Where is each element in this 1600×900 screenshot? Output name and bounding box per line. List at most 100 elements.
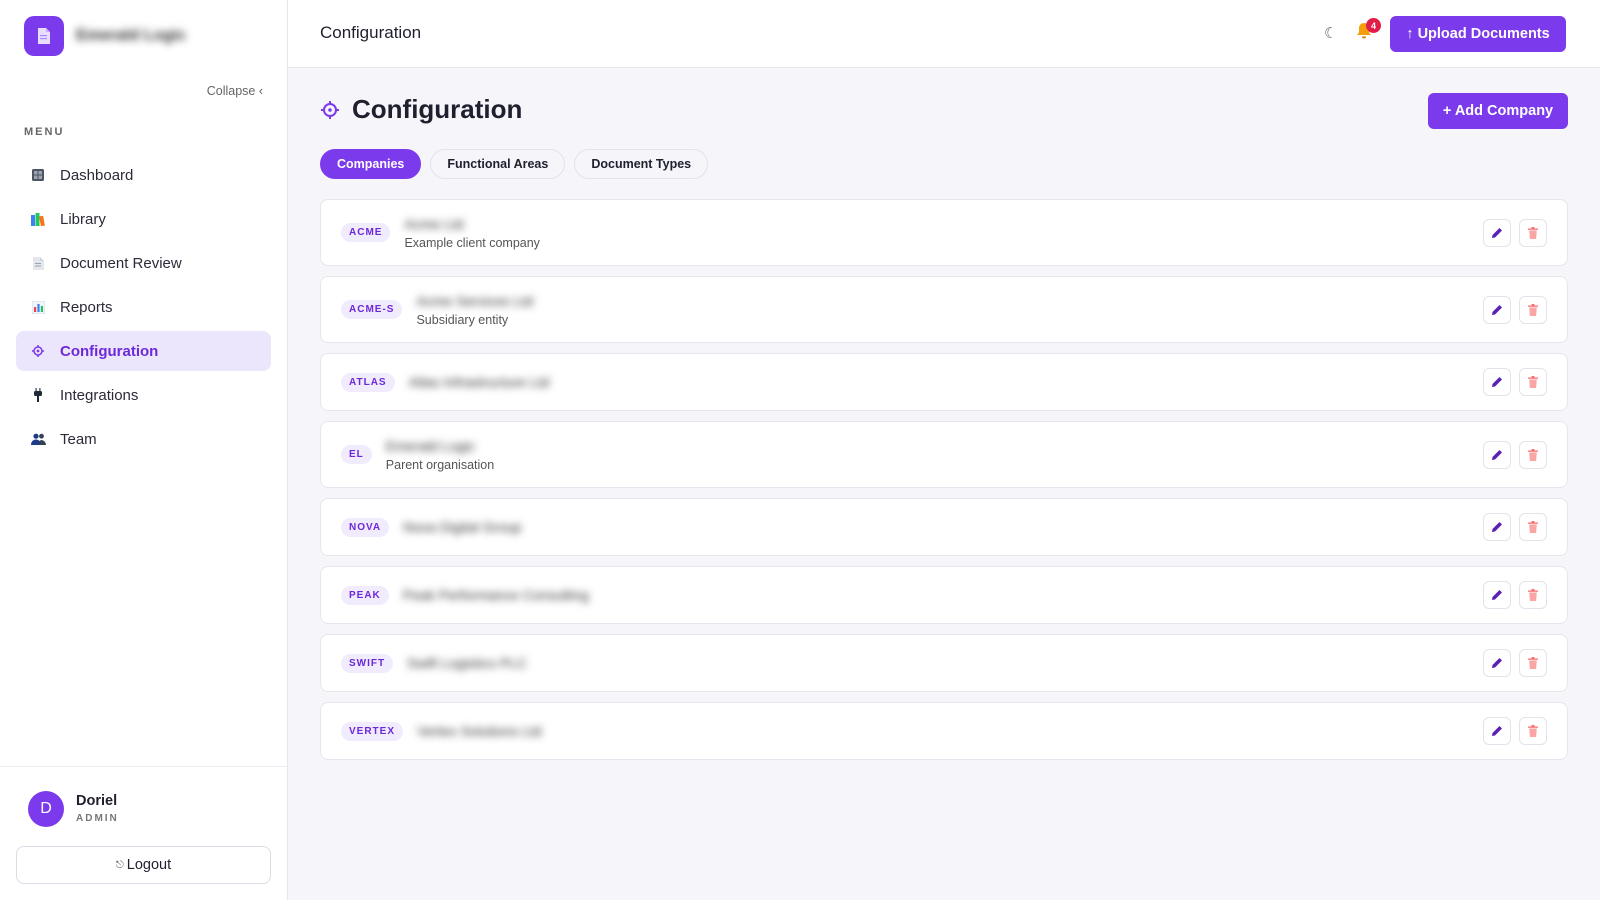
pencil-icon: [1492, 227, 1502, 238]
company-name: Atlas Infrastructure Ltd: [408, 374, 550, 390]
sidebar-nav: Dashboard Library Document Review Report…: [16, 155, 271, 463]
pencil-icon: [1492, 726, 1502, 736]
company-name: Swift Logistics PLC: [407, 655, 527, 671]
company-code-badge: ACME: [341, 223, 391, 242]
company-code-badge: VERTEX: [341, 721, 404, 741]
trash-icon: [1528, 589, 1538, 601]
edit-button[interactable]: [1483, 717, 1511, 745]
add-company-button[interactable]: + Add Company: [1428, 93, 1568, 129]
notifications-button[interactable]: 4: [1356, 18, 1381, 43]
sidebar-item-label: Library: [60, 210, 106, 228]
edit-button[interactable]: [1483, 440, 1511, 469]
config-tabs: Companies Functional Areas Document Type…: [320, 149, 717, 179]
user-panel: D Doriel ADMIN ⎋ Logout: [0, 766, 287, 900]
app-logo: [24, 16, 64, 56]
document-icon: [38, 28, 50, 44]
list-item: ACME-S Acme Services Ltd Subsidiary enti…: [320, 276, 1568, 343]
edit-button[interactable]: [1483, 218, 1511, 247]
company-code-badge: ACME-S: [341, 300, 403, 319]
list-item: NOVA Nova Digital Group: [320, 498, 1568, 556]
company-description: Example client company: [404, 235, 540, 250]
list-item: PEAK Peak Performance Consulting: [320, 566, 1568, 624]
list-item: VERTEX Vertex Solutions Ltd: [320, 702, 1568, 760]
sidebar-item-label: Team: [60, 430, 97, 448]
topbar: Configuration ☾ 4 ↑ Upload Documents: [288, 0, 1600, 68]
logout-button[interactable]: ⎋ Logout: [16, 846, 271, 884]
delete-button[interactable]: [1519, 649, 1547, 677]
delete-button[interactable]: [1519, 717, 1547, 745]
bar-chart-icon: [30, 299, 46, 315]
delete-button[interactable]: [1519, 295, 1547, 324]
books-icon: [30, 211, 46, 227]
list-item: ACME Acme Ltd Example client company: [320, 199, 1568, 266]
company-code-badge: ATLAS: [341, 372, 395, 392]
brand-name: Emerald Logic: [76, 27, 187, 44]
trash-icon: [1528, 376, 1538, 388]
delete-button[interactable]: [1519, 368, 1547, 396]
company-description: Parent organisation: [385, 457, 495, 472]
company-name: Acme Ltd: [404, 215, 464, 232]
gear-icon: [321, 100, 339, 119]
people-icon: [30, 431, 46, 447]
delete-button[interactable]: [1519, 218, 1547, 247]
notification-count-badge: 4: [1366, 18, 1381, 33]
page-header: Configuration: [320, 94, 522, 125]
sidebar-item-configuration[interactable]: Configuration: [16, 331, 271, 371]
tab-document-types[interactable]: Document Types: [574, 149, 709, 179]
delete-button[interactable]: [1519, 581, 1547, 609]
company-name: Acme Services Ltd: [416, 292, 534, 309]
document-icon: [30, 255, 46, 271]
sidebar-item-document-review[interactable]: Document Review: [16, 243, 271, 283]
companies-list: ACME Acme Ltd Example client company ACM…: [320, 199, 1568, 770]
tab-functional-areas[interactable]: Functional Areas: [430, 149, 566, 179]
pencil-icon: [1492, 304, 1502, 315]
gear-icon: [30, 343, 46, 359]
edit-button[interactable]: [1483, 649, 1511, 677]
edit-button[interactable]: [1483, 368, 1511, 396]
pencil-icon: [1492, 449, 1502, 460]
moon-icon[interactable]: ☾: [1324, 24, 1337, 42]
user-role: ADMIN: [76, 813, 119, 824]
trash-icon: [1528, 303, 1538, 316]
company-name: Peak Performance Consulting: [402, 587, 589, 603]
company-code-badge: EL: [341, 445, 372, 464]
trash-icon: [1528, 226, 1538, 239]
sidebar-item-reports[interactable]: Reports: [16, 287, 271, 327]
list-item: SWIFT Swift Logistics PLC: [320, 634, 1568, 692]
company-name: Emerald Logic: [385, 437, 476, 454]
delete-button[interactable]: [1519, 513, 1547, 541]
sidebar-item-team[interactable]: Team: [16, 419, 271, 459]
sidebar-item-dashboard[interactable]: Dashboard: [16, 155, 271, 195]
edit-button[interactable]: [1483, 295, 1511, 324]
edit-button[interactable]: [1483, 581, 1511, 609]
sidebar: Emerald Logic Collapse ‹ MENU Dashboard …: [0, 0, 288, 900]
sidebar-item-label: Configuration: [60, 342, 159, 360]
delete-button[interactable]: [1519, 440, 1547, 469]
sidebar-item-integrations[interactable]: Integrations: [16, 375, 271, 415]
logout-icon: ⎋: [115, 859, 124, 871]
sidebar-item-label: Dashboard: [60, 166, 134, 184]
avatar[interactable]: D: [28, 791, 64, 827]
pencil-icon: [1492, 522, 1502, 532]
topbar-title: Configuration: [320, 23, 422, 42]
collapse-button[interactable]: Collapse ‹: [207, 84, 263, 98]
user-name: Doriel: [76, 793, 118, 809]
sidebar-item-library[interactable]: Library: [16, 199, 271, 239]
trash-icon: [1528, 657, 1538, 669]
main-content: Configuration ☾ 4 ↑ Upload Documents Con…: [288, 0, 1600, 900]
trash-icon: [1528, 725, 1538, 737]
trash-icon: [1528, 521, 1538, 533]
dashboard-icon: [30, 167, 46, 183]
edit-button[interactable]: [1483, 513, 1511, 541]
company-name: Nova Digital Group: [403, 519, 522, 535]
company-description: Subsidiary entity: [416, 312, 509, 327]
upload-documents-button[interactable]: ↑ Upload Documents: [1390, 16, 1566, 52]
tab-companies[interactable]: Companies: [320, 149, 422, 179]
pencil-icon: [1492, 590, 1502, 600]
sidebar-item-label: Integrations: [60, 386, 139, 404]
menu-section-title: MENU: [24, 126, 65, 138]
brand[interactable]: Emerald Logic: [24, 16, 186, 56]
logout-label: Logout: [126, 857, 172, 873]
company-code-badge: PEAK: [341, 585, 389, 605]
sidebar-item-label: Reports: [60, 298, 113, 316]
